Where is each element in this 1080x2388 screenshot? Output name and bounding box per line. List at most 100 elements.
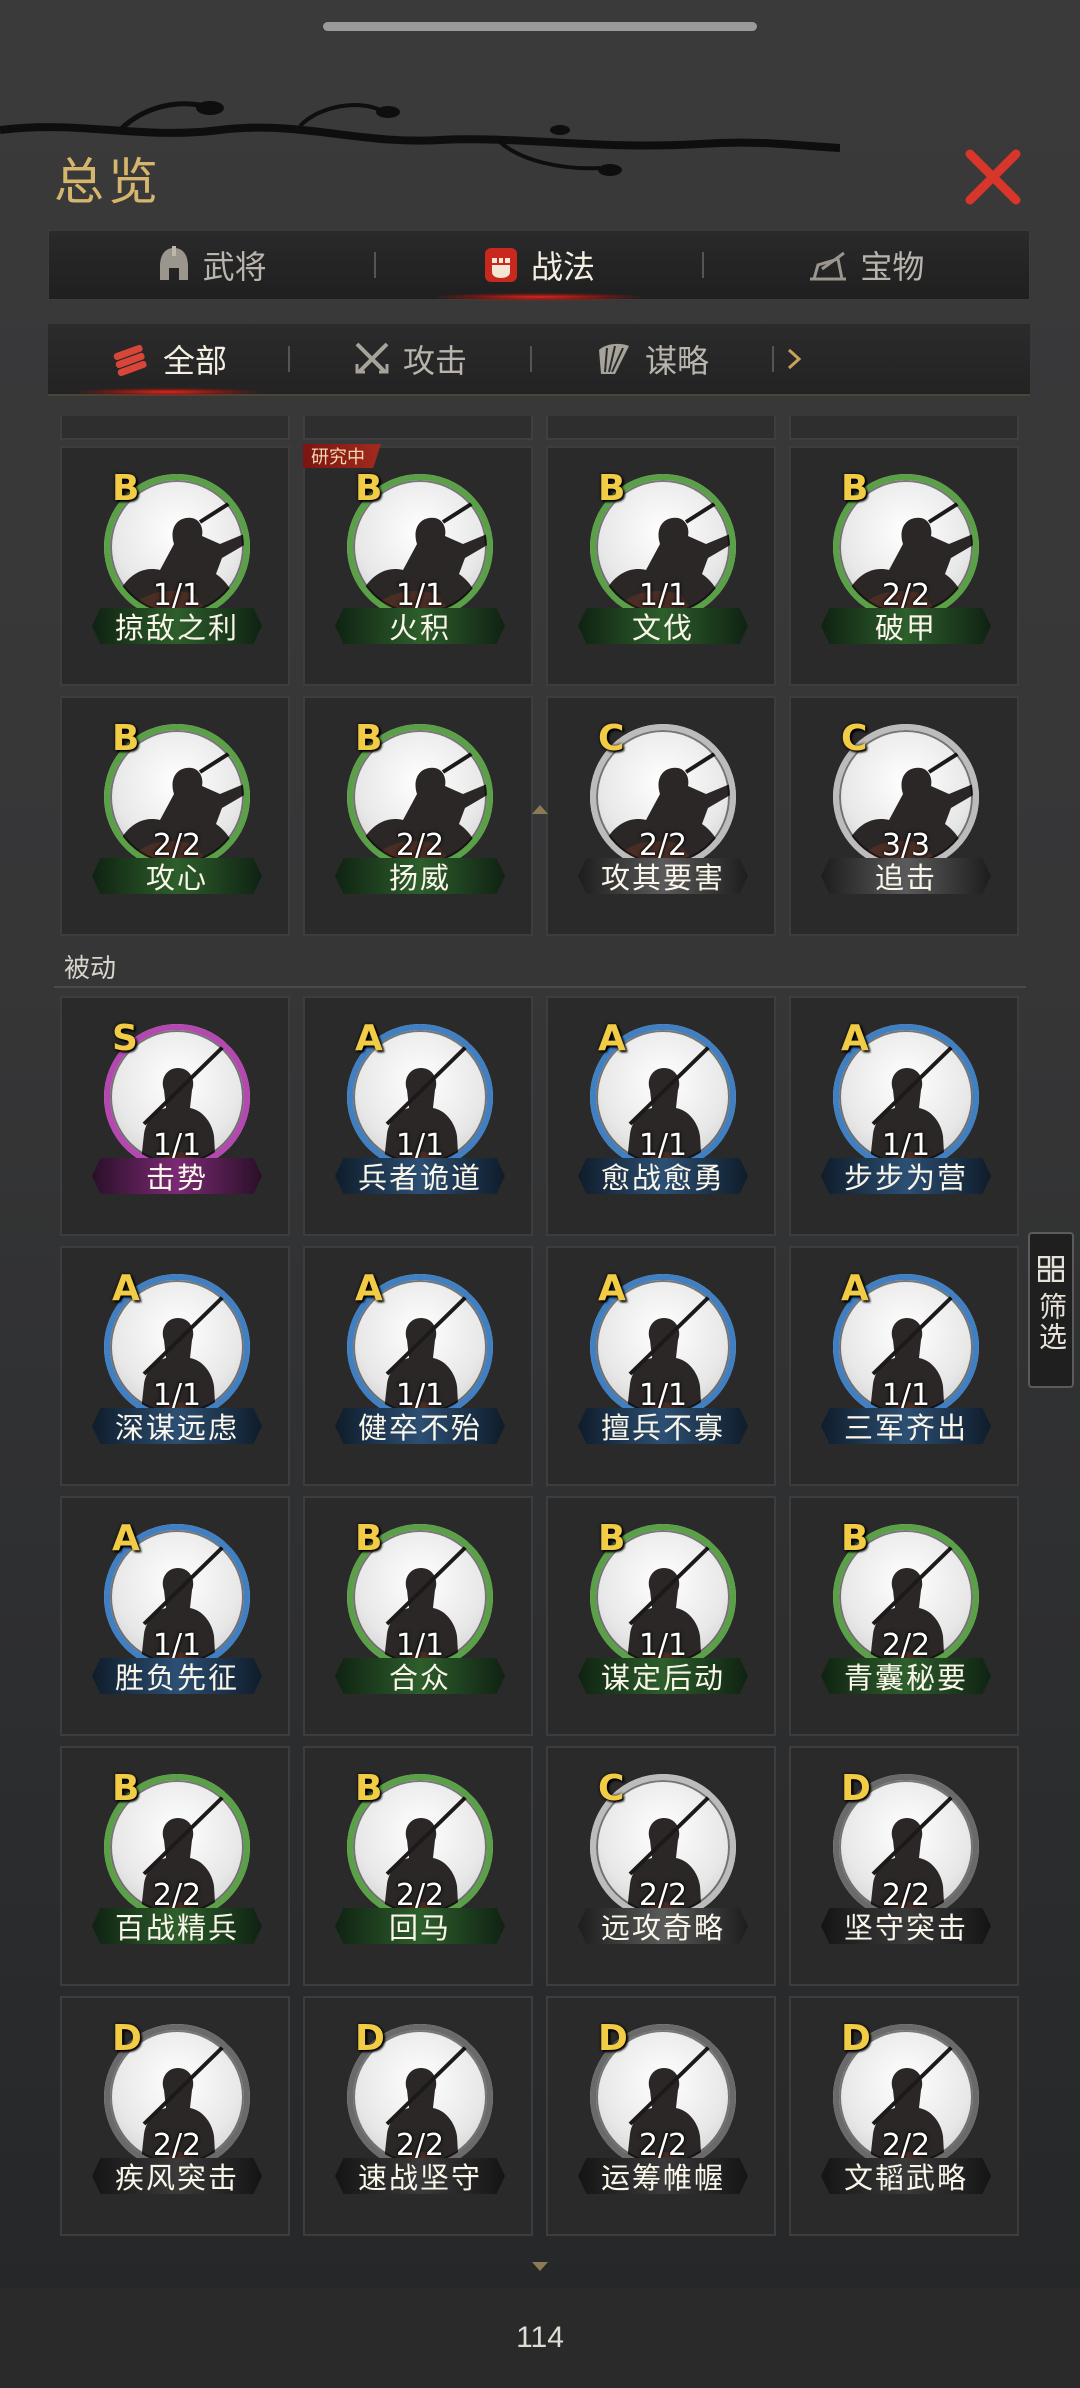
filter-label: 筛选 [1035,1292,1068,1352]
tactic-name: 文伐 [578,608,748,644]
tactic-card[interactable]: B 2/2 百战精兵 [60,1746,290,1986]
tab-treasures[interactable]: 宝物 [704,231,1029,299]
tactic-level: 2/2 [395,2128,445,2163]
tactic-level: 2/2 [395,828,445,863]
chevron-right-icon [787,348,802,370]
grade-letter: A [841,1018,869,1059]
tactic-level: 2/2 [881,578,931,613]
tactic-name: 破甲 [821,608,991,644]
tactic-level: 2/2 [152,828,202,863]
tactic-card[interactable]: A 1/1 步步为营 [789,996,1019,1236]
tactic-card[interactable]: D 2/2 坚守突击 [789,1746,1019,1986]
tactic-level: 1/1 [152,1628,202,1663]
tactic-name: 攻心 [92,858,262,894]
card-stub [546,416,776,440]
crossed-swords-icon [355,342,389,374]
scroll-up-indicator [532,805,548,814]
tactic-card[interactable]: D 2/2 文韬武略 [789,1996,1019,2236]
tactic-card[interactable]: A 1/1 深谋远虑 [60,1246,290,1486]
tactic-card[interactable]: S 1/1 击势 [60,996,290,1236]
subtab-label: 攻击 [402,342,467,380]
tactic-name: 回马 [335,1908,505,1944]
tactic-card[interactable]: B 1/1 文伐 [546,446,776,686]
tactic-name: 愈战愈勇 [578,1158,748,1194]
tactic-level: 1/1 [881,1378,931,1413]
tab-label: 战法 [530,248,595,286]
main-tab-bar: 武将 战法 宝物 [48,230,1030,301]
tactic-level: 2/2 [881,1628,931,1663]
tactic-level: 1/1 [395,1628,445,1663]
tactic-card[interactable]: B 2/2 青囊秘要 [789,1496,1019,1736]
research-badge: 研究中 [303,444,381,468]
more-subtabs-arrow[interactable] [774,324,814,394]
tactic-level: 1/1 [638,1128,688,1163]
grade-letter: A [112,1518,140,1559]
grade-letter: D [112,2018,142,2059]
grade-letter: A [598,1018,626,1059]
tactic-card[interactable]: B 1/1 火积 [303,446,533,686]
grade-letter: B [112,468,140,509]
tactic-card[interactable]: A 1/1 兵者诡道 [303,996,533,1236]
tactic-level: 1/1 [395,1378,445,1413]
tactic-grid: B 1/1 掠敌之利 B 1/1 火积 研究中 B 1/1 文伐 B 2/2 破甲 B 2/2 攻心 B 2/2 扬… [0,400,1080,2280]
tactic-card[interactable]: B 1/1 谋定后动 [546,1496,776,1736]
tactic-name: 坚守突击 [821,1908,991,1944]
tactic-card[interactable]: C 3/3 追击 [789,696,1019,936]
treasure-icon [810,251,847,281]
tactic-card[interactable]: A 1/1 健卒不殆 [303,1246,533,1486]
tactic-level: 2/2 [152,2128,202,2163]
tab-tactics[interactable]: 战法 [376,231,701,301]
subtab-strategy[interactable]: 谋略 [532,324,772,394]
filter-button[interactable]: 筛选 [1028,1232,1074,1388]
filter-sub-tab-bar: 全部 攻击 谋略 [48,324,1030,396]
tactic-level: 1/1 [395,1128,445,1163]
tactic-card[interactable]: C 2/2 远攻奇略 [546,1746,776,1986]
grade-letter: D [841,1768,871,1809]
grade-letter: A [355,1268,383,1309]
tactic-name: 谋定后动 [578,1658,748,1694]
scroll-bundle-icon [113,344,147,377]
subtab-attack[interactable]: 攻击 [290,324,530,394]
tactic-card[interactable]: C 2/2 攻其要害 [546,696,776,936]
tactic-card[interactable]: B 2/2 攻心 [60,696,290,936]
tactic-level: 2/2 [152,1878,202,1913]
tactic-card[interactable]: D 2/2 运筹帷幄 [546,1996,776,2236]
tactic-name: 速战坚守 [335,2158,505,2194]
tactic-level: 1/1 [638,1628,688,1663]
tactic-level: 3/3 [881,828,931,863]
tab-generals[interactable]: 武将 [49,231,374,299]
tactic-card[interactable]: D 2/2 疾风突击 [60,1996,290,2236]
tactic-name: 追击 [821,858,991,894]
grade-letter: D [598,2018,628,2059]
helmet-icon [159,246,188,280]
grade-letter: A [598,1268,626,1309]
subtab-all[interactable]: 全部 [48,324,288,396]
close-icon[interactable] [962,146,1024,208]
tactic-card[interactable]: A 1/1 胜负先征 [60,1496,290,1736]
tactic-name: 击势 [92,1158,262,1194]
tactic-name: 百战精兵 [92,1908,262,1944]
tactic-card[interactable]: B 1/1 合众 [303,1496,533,1736]
tactic-name: 远攻奇略 [578,1908,748,1944]
page-title: 总览 [54,153,162,211]
section-divider [54,986,1026,988]
tactic-card[interactable]: A 1/1 擅兵不寡 [546,1246,776,1486]
card-stub [789,416,1019,440]
tactic-level: 1/1 [152,1378,202,1413]
tactic-name: 火积 [335,608,505,644]
tactic-level: 2/2 [881,2128,931,2163]
grade-letter: C [841,718,868,759]
section-label-passive: 被动 [64,954,117,984]
tactic-name: 健卒不殆 [335,1408,505,1444]
tactic-card[interactable]: B 2/2 扬威 [303,696,533,936]
tactic-name: 三军齐出 [821,1408,991,1444]
tactic-card[interactable]: A 1/1 三军齐出 [789,1246,1019,1486]
tactic-card[interactable]: D 2/2 速战坚守 [303,1996,533,2236]
tactic-card[interactable]: B 2/2 破甲 [789,446,1019,686]
tactic-name: 扬威 [335,858,505,894]
tactic-card[interactable]: B 1/1 掠敌之利 [60,446,290,686]
tactic-card[interactable]: A 1/1 愈战愈勇 [546,996,776,1236]
tactic-card[interactable]: B 2/2 回马 [303,1746,533,1986]
grade-letter: B [355,1518,383,1559]
tactic-name: 兵者诡道 [335,1158,505,1194]
